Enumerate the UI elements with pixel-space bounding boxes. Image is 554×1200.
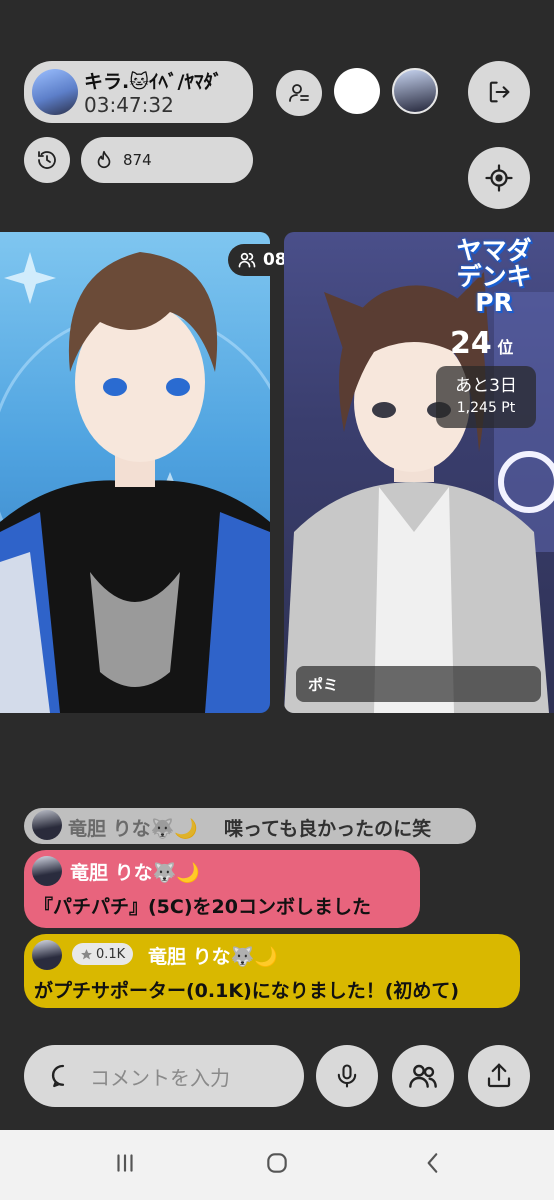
- supporter-comment[interactable]: 0.1K 竜胆 りな🐺🌙 がプチサポーター(0.1K)になりました！(初めて): [24, 934, 520, 1008]
- gift-comment[interactable]: 竜胆 りな🐺🌙 『パチパチ』(5C)を20コンボしました: [24, 850, 420, 928]
- event-days-left: あと3日: [455, 376, 517, 396]
- guest-name-tag: ポミ: [296, 666, 541, 702]
- viewers-icon[interactable]: [392, 1045, 454, 1107]
- rank-suffix: 位: [497, 338, 514, 357]
- viewer-avatar[interactable]: [392, 68, 438, 114]
- comment-text: 『パチパチ』(5C)を20コンボしました: [34, 896, 371, 918]
- share-icon[interactable]: [468, 1045, 530, 1107]
- viewer-avatar[interactable]: [334, 68, 380, 114]
- microphone-icon[interactable]: [316, 1045, 378, 1107]
- commenter-name: 竜胆 りな🐺🌙: [148, 946, 278, 968]
- home-icon[interactable]: [264, 1150, 290, 1176]
- commenter-avatar[interactable]: [32, 940, 62, 970]
- event-status[interactable]: あと3日 1,245 Pt: [436, 366, 536, 428]
- chat-comment[interactable]: 竜胆 りな🐺🌙 喋っても良かったのに笑: [24, 808, 476, 844]
- rank-number: 24: [450, 326, 492, 361]
- rank-display: 24 位: [450, 326, 513, 361]
- comment-placeholder: コメントを入力: [90, 1065, 230, 1090]
- guest-name: ポミ: [308, 675, 339, 694]
- yamada-denki-logo: ヤマダ デンキ PR: [444, 238, 544, 316]
- recent-apps-icon[interactable]: [112, 1150, 138, 1176]
- event-points: 1,245 Pt: [456, 400, 516, 416]
- host-name: キラ.🐱ｲﾍﾞ/ﾔﾏﾀﾞ: [84, 71, 223, 93]
- comment-text: がプチサポーター(0.1K)になりました！(初めて): [34, 980, 460, 1002]
- commenter-avatar[interactable]: [32, 810, 62, 840]
- fire-icon: [93, 149, 115, 171]
- commenter-name: 竜胆 りな🐺🌙: [68, 818, 198, 840]
- fire-counter[interactable]: 874: [81, 137, 253, 183]
- logo-line: デンキ: [456, 262, 532, 291]
- elapsed-time: 03:47:32: [84, 93, 174, 117]
- commenter-name: 竜胆 りな🐺🌙: [70, 862, 200, 884]
- logo-line: PR: [475, 288, 513, 317]
- back-icon[interactable]: [420, 1150, 446, 1176]
- star-icon: [80, 948, 93, 961]
- history-icon[interactable]: [24, 137, 70, 183]
- logo-line: ヤマダ: [456, 236, 532, 265]
- comment-text: 喋っても良かったのに笑: [224, 818, 432, 840]
- exit-icon[interactable]: [468, 61, 530, 123]
- comment-input[interactable]: コメントを入力: [24, 1045, 304, 1107]
- host-video-panel[interactable]: [0, 232, 270, 713]
- supporter-badge: 0.1K: [72, 943, 134, 965]
- follow-user-icon[interactable]: [276, 70, 322, 116]
- speech-bubble-icon: [48, 1061, 78, 1091]
- commenter-avatar[interactable]: [32, 856, 62, 886]
- people-icon: [237, 250, 257, 270]
- supporter-badge-value: 0.1K: [96, 946, 126, 962]
- host-avatar[interactable]: [32, 69, 78, 115]
- fire-count: 874: [123, 151, 152, 169]
- host-info-pill[interactable]: キラ.🐱ｲﾍﾞ/ﾔﾏﾀﾞ 03:47:32: [24, 61, 253, 123]
- crosshair-icon[interactable]: [468, 147, 530, 209]
